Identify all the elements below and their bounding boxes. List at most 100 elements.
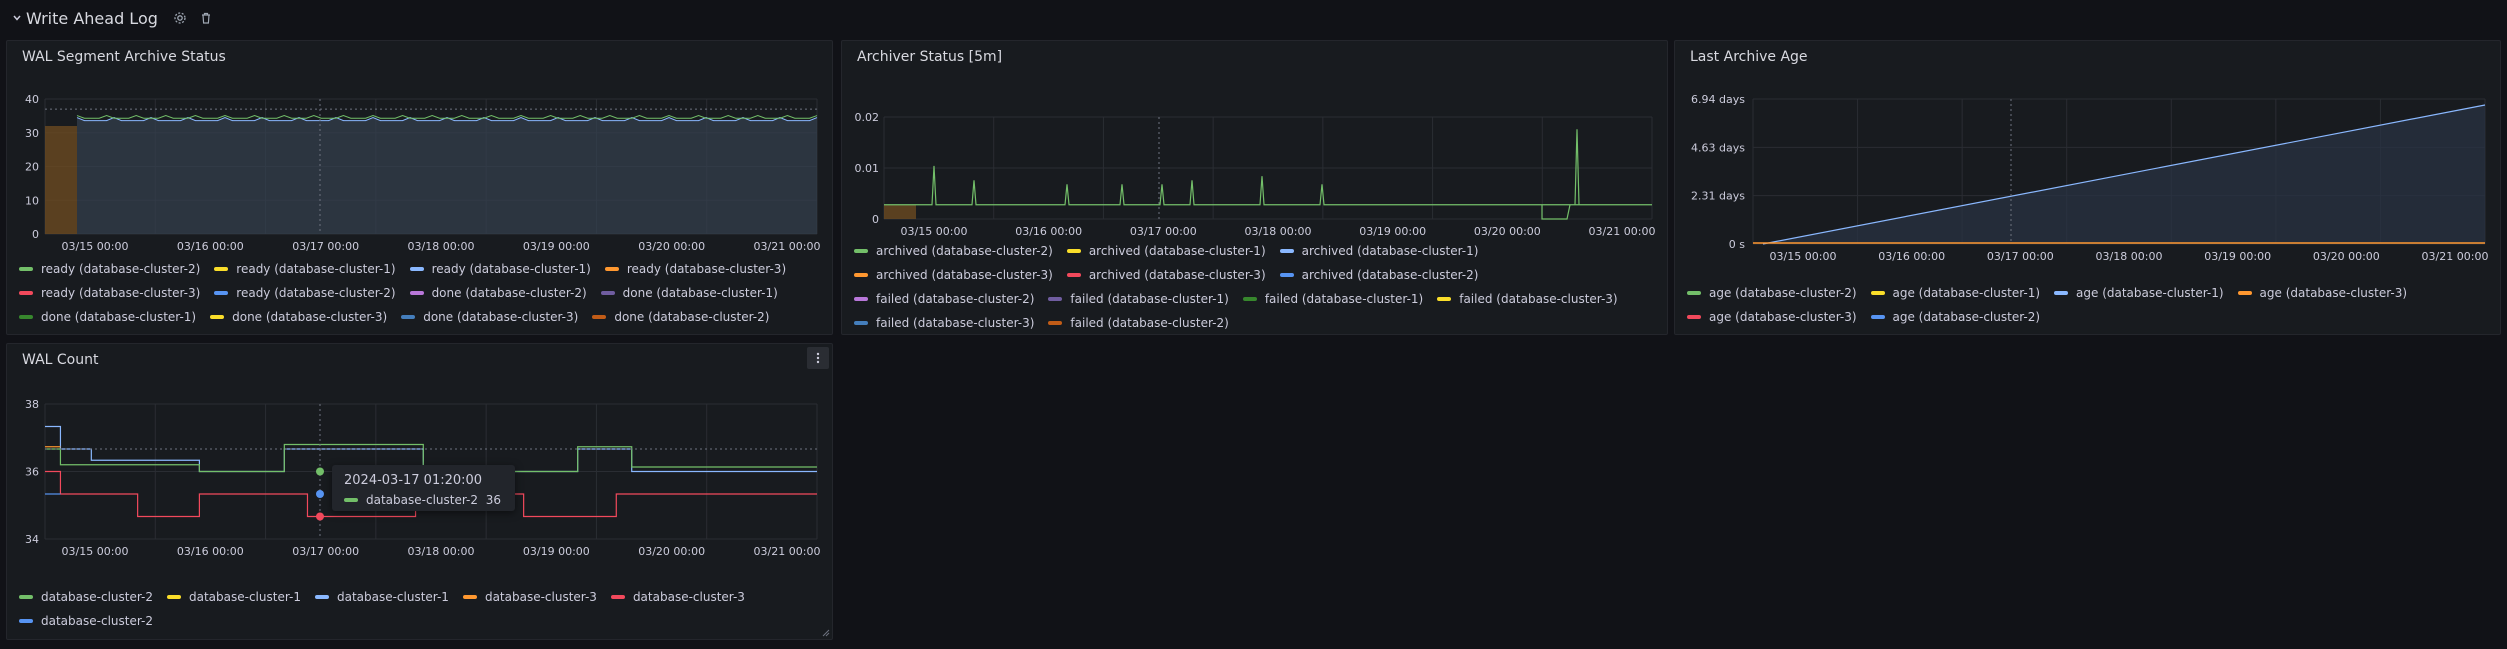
y-tick-label: 36 xyxy=(25,466,39,479)
legend-swatch xyxy=(1437,297,1452,301)
legend-label: failed (database-cluster-3) xyxy=(1459,292,1618,306)
legend-item[interactable]: age (database-cluster-3) xyxy=(1687,310,1857,324)
legend-label: ready (database-cluster-3) xyxy=(41,286,201,300)
legend-item[interactable]: done (database-cluster-2) xyxy=(592,310,769,324)
legend-swatch xyxy=(604,267,619,271)
legend-swatch xyxy=(600,291,615,295)
legend-item[interactable]: ready (database-cluster-2) xyxy=(214,286,396,300)
x-tick-label: 03/17 00:00 xyxy=(292,545,359,558)
y-tick-label: 0.01 xyxy=(855,162,880,175)
legend-item[interactable]: failed (database-cluster-3) xyxy=(1437,292,1618,306)
series-line-ready-cluster-2 xyxy=(76,115,818,119)
legend-item[interactable]: archived (database-cluster-1) xyxy=(1279,244,1479,258)
legend-item[interactable]: failed (database-cluster-2) xyxy=(1048,316,1229,330)
resize-handle-icon[interactable] xyxy=(822,629,830,637)
legend-label: archived (database-cluster-3) xyxy=(1088,268,1266,282)
hover-point-database-cluster-2b xyxy=(316,490,324,498)
chevron-down-icon[interactable] xyxy=(10,11,24,25)
legend-item[interactable]: done (database-cluster-1) xyxy=(600,286,778,300)
legend-item[interactable]: database-cluster-1 xyxy=(166,590,301,604)
legend-item[interactable]: age (database-cluster-3) xyxy=(2237,286,2408,300)
legend-swatch xyxy=(854,273,868,277)
legend-item[interactable]: done (database-cluster-3) xyxy=(401,310,578,324)
x-tick-label: 03/19 00:00 xyxy=(2204,250,2271,263)
gear-icon[interactable] xyxy=(172,10,188,26)
panel-last-archive-age[interactable]: Last Archive Age 6.94 days 4.63 days 2.31 … xyxy=(1674,40,2501,335)
legend-item[interactable]: archived (database-cluster-1) xyxy=(1066,244,1266,258)
y-tick-label: 0.02 xyxy=(855,111,880,124)
trash-icon[interactable] xyxy=(198,10,214,26)
panel-archiver-status[interactable]: Archiver Status [5m] 0.02 0.01 0 03/15 00:0… xyxy=(841,40,1668,335)
y-tick-label: 0 s xyxy=(1729,238,1745,251)
legend-item[interactable]: age (database-cluster-1) xyxy=(1870,286,2040,300)
y-tick-label: 34 xyxy=(25,533,39,546)
legend-swatch xyxy=(1870,315,1885,319)
legend-label: age (database-cluster-2) xyxy=(1892,310,2041,324)
legend-label: age (database-cluster-2) xyxy=(1709,286,1857,300)
legend-item[interactable]: database-cluster-2 xyxy=(19,590,153,604)
legend-label: database-cluster-1 xyxy=(336,590,449,604)
x-tick-label: 03/20 00:00 xyxy=(638,240,705,253)
legend-label: ready (database-cluster-2) xyxy=(41,262,201,276)
x-tick-label: 03/17 00:00 xyxy=(1987,250,2054,263)
x-tick-label: 03/19 00:00 xyxy=(523,545,590,558)
legend-item[interactable]: database-cluster-2 xyxy=(19,614,153,628)
legend-swatch xyxy=(19,595,33,599)
hover-point-database-cluster-3 xyxy=(316,512,324,521)
legend-swatch xyxy=(1279,273,1294,277)
legend-swatch xyxy=(2237,291,2252,295)
legend-swatch xyxy=(19,291,33,295)
legend-label: age (database-cluster-3) xyxy=(2259,286,2408,300)
y-tick-label: 30 xyxy=(25,127,39,140)
x-tick-label: 03/18 00:00 xyxy=(408,545,475,558)
legend-item[interactable]: archived (database-cluster-2) xyxy=(1279,268,1479,282)
legend-item[interactable]: done (database-cluster-3) xyxy=(210,310,387,324)
legend-item[interactable]: database-cluster-1 xyxy=(314,590,449,604)
legend-item[interactable]: failed (database-cluster-3) xyxy=(854,316,1034,330)
y-tick-label: 2.31 days xyxy=(1691,190,1745,203)
legend-item[interactable]: ready (database-cluster-3) xyxy=(19,286,200,300)
legend-item[interactable]: archived (database-cluster-3) xyxy=(854,268,1053,282)
legend-swatch xyxy=(2054,291,2069,295)
legend-item[interactable]: ready (database-cluster-3) xyxy=(604,262,786,276)
y-tick-label: 40 xyxy=(25,93,39,106)
legend-label: ready (database-cluster-1) xyxy=(236,262,396,276)
legend-item[interactable]: failed (database-cluster-2) xyxy=(854,292,1034,306)
legend-item[interactable]: failed (database-cluster-1) xyxy=(1242,292,1424,306)
legend-label: archived (database-cluster-2) xyxy=(1301,268,1479,282)
legend-label: done (database-cluster-3) xyxy=(423,310,579,324)
legend-label: database-cluster-2 xyxy=(41,590,153,604)
legend-item[interactable]: database-cluster-3 xyxy=(462,590,597,604)
legend-item[interactable]: failed (database-cluster-1) xyxy=(1048,292,1229,306)
legend-swatch xyxy=(19,619,33,623)
x-tick-label: 03/18 00:00 xyxy=(1245,225,1312,238)
legend-label: archived (database-cluster-1) xyxy=(1301,244,1479,258)
legend-label: archived (database-cluster-2) xyxy=(876,244,1053,258)
legend-item[interactable]: ready (database-cluster-2) xyxy=(19,262,200,276)
panel-wal-count[interactable]: WAL Count 38 36 34 03/15 00:00 03/16 00:00 03… xyxy=(6,343,833,640)
legend-swatch xyxy=(214,267,229,271)
legend-item[interactable]: archived (database-cluster-3) xyxy=(1066,268,1266,282)
legend-item[interactable]: done (database-cluster-1) xyxy=(19,310,196,324)
legend-label: failed (database-cluster-3) xyxy=(876,316,1035,330)
panel-wal-segment-archive-status[interactable]: WAL Segment Archive Status 40 30 20 10 0 03/1… xyxy=(6,40,833,335)
legend-item[interactable]: age (database-cluster-2) xyxy=(1687,286,1857,300)
legend-swatch xyxy=(1687,291,1701,295)
legend-item[interactable]: age (database-cluster-2) xyxy=(1870,310,2041,324)
legend-item[interactable]: ready (database-cluster-1) xyxy=(214,262,396,276)
legend-item[interactable]: archived (database-cluster-2) xyxy=(854,244,1053,258)
x-tick-label: 03/20 00:00 xyxy=(2313,250,2380,263)
legend-swatch xyxy=(854,249,868,253)
row-title[interactable]: Write Ahead Log xyxy=(26,9,158,28)
legend-swatch xyxy=(210,315,225,319)
tooltip-value: 36 xyxy=(485,493,501,507)
legend-label: failed (database-cluster-1) xyxy=(1264,292,1424,306)
legend-item[interactable]: age (database-cluster-1) xyxy=(2054,286,2224,300)
x-tick-label: 03/15 00:00 xyxy=(62,240,129,253)
legend-item[interactable]: ready (database-cluster-1) xyxy=(409,262,591,276)
legend-item[interactable]: done (database-cluster-2) xyxy=(409,286,587,300)
x-tick-label: 03/16 00:00 xyxy=(1878,250,1945,263)
legend-item[interactable]: database-cluster-3 xyxy=(610,590,745,604)
x-tick-label: 03/21 00:00 xyxy=(1589,225,1656,238)
series-area-ready xyxy=(77,117,817,234)
